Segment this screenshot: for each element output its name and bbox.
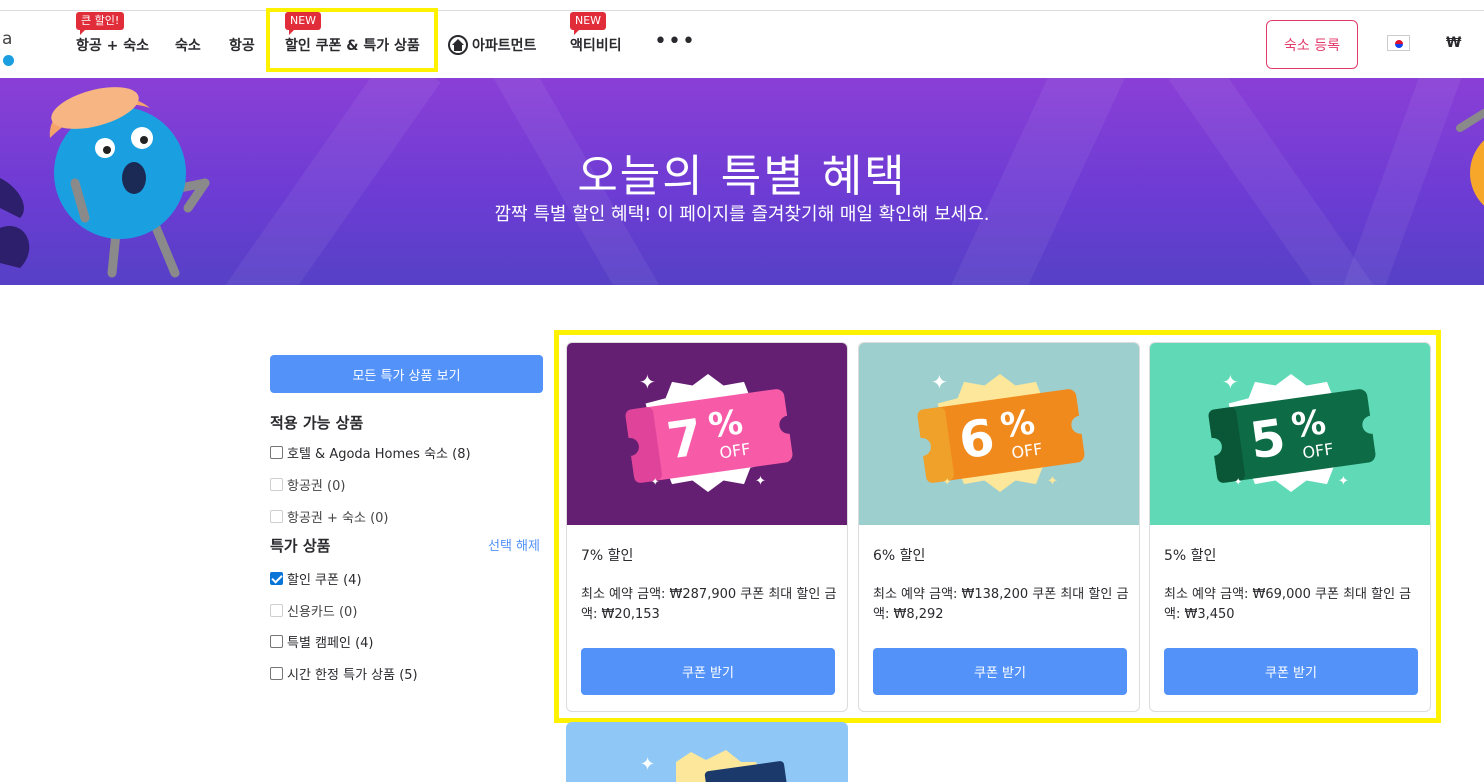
filter-special-campaign-label: 특별 캠페인 (4)	[287, 636, 374, 651]
top-navigation: a 큰 할인! 항공 + 숙소 숙소 항공 NEW 할인 쿠폰 & 특가 상품 …	[0, 11, 1484, 78]
coupon-image-partial: ✦	[640, 750, 788, 782]
checkbox[interactable]	[270, 635, 283, 648]
agoda-logo[interactable]: a	[0, 29, 20, 69]
currency-selector[interactable]: ₩	[1446, 35, 1461, 51]
filter-flights-label: 항공권 (0)	[287, 479, 346, 494]
svg-text:✦: ✦	[640, 754, 655, 775]
checkbox-disabled	[270, 510, 283, 523]
checkbox-disabled	[270, 478, 283, 491]
filter-flight-hotel: 항공권 + 숙소 (0)	[270, 507, 389, 526]
nav-badge-big-sale: 큰 할인!	[76, 12, 125, 35]
filter-special-campaign[interactable]: 특별 캠페인 (4)	[270, 632, 373, 651]
nav-activities[interactable]: 액티비티	[570, 35, 622, 55]
filter-limited-time[interactable]: 시간 한정 특가 상품 (5)	[270, 664, 418, 683]
filter-flights: 항공권 (0)	[270, 475, 345, 494]
banner-title: 오늘의 특별 혜택	[577, 151, 907, 202]
filter-coupons[interactable]: 할인 쿠폰 (4)	[270, 569, 362, 588]
nav-flights[interactable]: 항공	[229, 35, 255, 55]
nav-badge-new-activities: NEW	[570, 12, 607, 35]
filter-credit-card-label: 신용카드 (0)	[287, 605, 358, 620]
filter-flight-hotel-label: 항공권 + 숙소 (0)	[287, 511, 389, 526]
applicable-products-heading: 적용 가능 상품	[270, 414, 364, 432]
more-menu-icon[interactable]: •••	[654, 31, 696, 53]
clear-selection-link[interactable]: 선택 해제	[488, 535, 540, 554]
deals-heading: 특가 상품	[270, 537, 331, 555]
view-all-deals-button[interactable]: 모든 특가 상품 보기	[270, 355, 543, 393]
filter-limited-time-label: 시간 한정 특가 상품 (5)	[287, 668, 418, 683]
nav-flight-hotel[interactable]: 항공 + 숙소	[76, 35, 149, 55]
korea-flag-icon[interactable]	[1387, 35, 1410, 51]
filter-coupons-label: 할인 쿠폰 (4)	[287, 573, 362, 588]
nav-hotels[interactable]: 숙소	[175, 35, 201, 55]
filter-credit-card: 신용카드 (0)	[270, 601, 357, 620]
filter-hotels[interactable]: 호텔 & Agoda Homes 숙소 (8)	[270, 443, 471, 462]
highlight-box-nav	[266, 8, 438, 72]
home-icon	[448, 35, 468, 55]
nav-apartments[interactable]: 아파트먼트	[448, 35, 536, 55]
banner-subtitle: 깜짝 특별 할인 혜택! 이 페이지를 즐겨찾기해 매일 확인해 보세요.	[494, 204, 990, 225]
checkbox-checked[interactable]	[270, 572, 283, 585]
checkbox[interactable]	[270, 446, 283, 459]
hero-banner: 오늘의 특별 혜택 깜짝 특별 할인 혜택! 이 페이지를 즐겨찾기해 매일 확…	[0, 78, 1484, 285]
checkbox[interactable]	[270, 667, 283, 680]
top-strip	[0, 0, 1484, 11]
highlight-box-cards	[554, 330, 1441, 723]
nav-apartments-label: 아파트먼트	[472, 38, 537, 54]
checkbox-disabled	[270, 604, 283, 617]
list-property-button[interactable]: 숙소 등록	[1266, 20, 1358, 69]
coupon-card-partial: ✦	[566, 722, 848, 782]
filter-hotels-label: 호텔 & Agoda Homes 숙소 (8)	[287, 447, 471, 462]
